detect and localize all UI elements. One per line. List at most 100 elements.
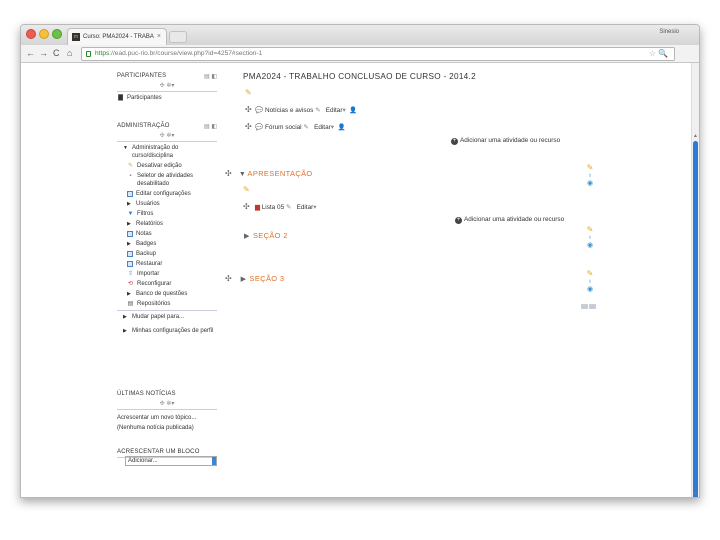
home-icon[interactable]: ⌂ — [67, 48, 72, 58]
sidebar-item-usuarios[interactable]: ▶ Usuários — [117, 200, 217, 208]
pencil-icon[interactable]: ✎ — [585, 225, 595, 234]
chevron-right-icon: ▶ — [127, 241, 131, 247]
expand-triangle-icon[interactable]: ▶ — [244, 233, 249, 240]
user-role-icon[interactable]: 👤 — [349, 107, 357, 114]
sidebar-item-badges[interactable]: ▶ Badges — [117, 240, 217, 248]
search-icon[interactable]: 🔍 — [658, 48, 668, 60]
sidebar-item-restaurar[interactable]: Restaurar — [117, 260, 217, 268]
activity-link[interactable]: Fórum social — [265, 124, 302, 131]
pencil-icon[interactable]: ✎ — [585, 163, 595, 172]
bookmark-star-icon[interactable]: ☆ — [649, 48, 656, 60]
highlight-bulb-icon[interactable]: ♁ — [585, 278, 595, 285]
scroll-down-icon[interactable]: ▼ — [693, 491, 698, 497]
edit-title-icon[interactable]: ✎ — [315, 107, 320, 114]
profile-name[interactable]: Sinesio — [659, 29, 679, 35]
section-apresentacao-controls: ✎ ♁ ◉ — [585, 163, 595, 187]
edit-title-icon[interactable]: ✎ — [286, 204, 291, 211]
section-title[interactable]: SEÇÃO 2 — [253, 231, 288, 240]
activity-row-lista05: ✣ ▆ Lista 05 ✎ Editar▾ — [243, 202, 317, 211]
block-title: ADMINISTRAÇÃO — [117, 123, 170, 129]
visibility-eye-icon[interactable]: ◉ — [585, 241, 595, 249]
forum-icon: 💬 — [255, 124, 264, 131]
move-icon[interactable]: ✣ — [243, 202, 250, 211]
move-down-icon[interactable] — [589, 304, 596, 309]
sidebar-item-backup[interactable]: Backup — [117, 250, 217, 258]
move-gear-icon[interactable]: ✣ ✲▾ — [117, 82, 217, 89]
window-close-button[interactable] — [26, 29, 36, 39]
sidebar-item-mudar-papel[interactable]: ▶ Mudar papel para... — [117, 313, 217, 321]
window-minimize-button[interactable] — [39, 29, 49, 39]
move-icon[interactable]: ✣ — [225, 169, 232, 178]
browser-window: m Curso: PMA2024 - TRABA × Sinesio ← → C… — [20, 24, 700, 498]
expand-triangle-icon[interactable]: ▶ — [241, 276, 246, 283]
visibility-eye-icon[interactable]: ◉ — [585, 285, 595, 293]
pencil-icon[interactable]: ✎ — [585, 269, 595, 278]
page-scrollbar[interactable]: ▲ ▼ — [691, 63, 699, 497]
sidebar-item-notas[interactable]: Notas — [117, 230, 217, 238]
block-dock-icon[interactable]: ▤ ◧ — [204, 73, 217, 80]
edit-title-icon[interactable]: ✎ — [303, 124, 308, 131]
sidebar-item-admin-curso[interactable]: ▼ Administração do curso/disciplina — [117, 144, 217, 160]
move-icon[interactable]: ✣ — [245, 105, 252, 114]
sidebar-item-importar[interactable]: ⇧ Importar — [117, 270, 217, 278]
chevron-right-icon: ▶ — [123, 328, 127, 334]
sidebar-item-desativar-edicao[interactable]: ✎ Desativar edição — [117, 162, 217, 170]
visibility-eye-icon[interactable]: ◉ — [585, 179, 595, 187]
add-block-select[interactable]: Adicionar... — [125, 456, 217, 466]
activity-link[interactable]: Notícias e avisos — [265, 107, 313, 114]
new-tab-button[interactable] — [169, 31, 187, 43]
block-title: PARTICIPANTES — [117, 73, 167, 79]
browser-tab[interactable]: m Curso: PMA2024 - TRABA × — [67, 28, 167, 45]
move-icon[interactable]: ✣ — [225, 274, 232, 283]
scrollbar-thumb[interactable] — [693, 141, 698, 497]
block-dock-icon[interactable]: ▤ ◧ — [204, 123, 217, 130]
section-add-activity-link[interactable]: + Adicionar uma atividade ou recurso — [455, 216, 564, 224]
browser-toolbar: ← → C ⌂ https://ead.puc-rio.br/course/vi… — [21, 45, 699, 63]
sidebar-item-minhas-config[interactable]: ▶ Minhas configurações de perfil — [117, 327, 217, 335]
sidebar-item-banco-questoes[interactable]: ▶ Banco de questões — [117, 290, 217, 298]
section-3-header: ✣ ▶ SEÇÃO 3 — [225, 274, 284, 283]
add-activity-link[interactable]: + Adicionar uma atividade ou recurso — [451, 137, 560, 145]
section-2-header: ▶ SEÇÃO 2 — [244, 231, 288, 240]
forward-arrow-icon[interactable]: → — [39, 48, 48, 58]
highlight-bulb-icon[interactable]: ♁ — [585, 172, 595, 179]
move-gear-icon[interactable]: ✣ ✲▾ — [117, 400, 217, 407]
address-bar[interactable]: https://ead.puc-rio.br/course/view.php?i… — [81, 47, 675, 61]
section-title[interactable]: APRESENTAÇÃO — [248, 169, 313, 178]
no-news-text: (Nenhuma notícia publicada) — [117, 425, 194, 431]
sidebar-item-participantes[interactable]: ▇ Participantes — [117, 94, 217, 102]
tab-bar: m Curso: PMA2024 - TRABA × Sinesio — [21, 25, 699, 45]
tab-close-icon[interactable]: × — [157, 33, 161, 40]
edit-menu[interactable]: Editar — [314, 124, 331, 131]
chevron-right-icon: ▶ — [123, 314, 127, 320]
move-icon[interactable]: ✣ — [245, 122, 252, 131]
back-arrow-icon[interactable]: ← — [26, 48, 35, 58]
chevron-down-icon: ▼ — [123, 145, 128, 151]
edit-summary-pencil-icon[interactable]: ✎ — [245, 88, 252, 97]
sidebar-item-seletor-atividades[interactable]: ▪ Seletor de atividades desabilitado — [117, 172, 217, 188]
noticias-block: ÚLTIMAS NOTÍCIAS ✣ ✲▾ Acrescentar um nov… — [117, 391, 217, 432]
collapse-triangle-icon[interactable]: ▼ — [239, 171, 246, 178]
move-gear-icon[interactable]: ✣ ✲▾ — [117, 132, 217, 139]
sidebar-item-relatorios[interactable]: ▶ Relatórios — [117, 220, 217, 228]
import-icon: ⇧ — [127, 271, 134, 277]
section-title[interactable]: SEÇÃO 3 — [250, 274, 285, 283]
reset-icon: ⟲ — [127, 281, 134, 287]
activity-link[interactable]: Lista 05 — [262, 204, 284, 211]
sidebar-item-repositorios[interactable]: ▤ Repositórios — [117, 300, 217, 308]
sidebar-item-filtros[interactable]: ▼ Filtros — [117, 210, 217, 218]
move-up-icon[interactable] — [581, 304, 588, 309]
sidebar-item-reconfigurar[interactable]: ⟲ Reconfigurar — [117, 280, 217, 288]
sidebar-item-editar-config[interactable]: Editar configurações — [117, 190, 217, 198]
user-role-icon[interactable]: 👤 — [338, 124, 346, 131]
activity-row-noticias: ✣ 💬 Notícias e avisos ✎ Editar▾ 👤 — [245, 105, 358, 114]
window-maximize-button[interactable] — [52, 29, 62, 39]
edit-menu[interactable]: Editar — [326, 107, 343, 114]
activity-row-forum: ✣ 💬 Fórum social ✎ Editar▾ 👤 — [245, 122, 346, 131]
highlight-bulb-icon[interactable]: ♁ — [585, 234, 595, 241]
scroll-up-icon[interactable]: ▲ — [693, 133, 698, 139]
add-topic-link[interactable]: Acrescentar um novo tópico... — [117, 414, 217, 422]
edit-menu[interactable]: Editar — [297, 204, 314, 211]
reload-icon[interactable]: C — [53, 48, 60, 58]
edit-section-summary-pencil-icon[interactable]: ✎ — [243, 185, 250, 194]
